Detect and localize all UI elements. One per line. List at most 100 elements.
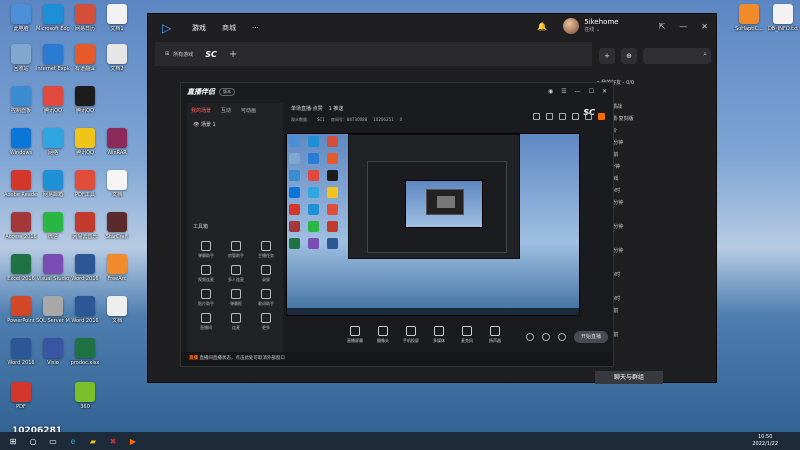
desktop-icon[interactable]: Word 2016 [68,296,102,324]
friend-list-item[interactable]: 直播21分钟 [597,224,715,236]
stream-preview[interactable] [286,133,580,316]
friend-list-item[interactable]: 直播25分钟 [597,140,715,152]
grid-icon[interactable] [572,113,579,120]
maximize-icon[interactable]: ☐ [589,88,594,95]
bell-icon[interactable]: 🔔 [537,22,547,31]
search-icon[interactable]: ○ [26,434,40,448]
friend-list-item[interactable]: 直播1小时 [597,272,715,284]
menu-icon[interactable]: ☰ [561,88,566,95]
eye-icon[interactable]: 👁 [193,122,201,128]
friend-list-item[interactable]: 直播34分钟 [597,248,715,260]
toolbox-item[interactable]: 直播间 [191,313,221,331]
desktop-icon[interactable]: 控制面板 [4,86,38,114]
desktop-icon[interactable]: 腾讯QQ [68,86,102,114]
chat-groups-button[interactable]: 聊天与群组 [595,371,663,384]
add-friend-icon[interactable]: + [599,48,615,64]
add-group-icon[interactable]: ⊕ [621,48,637,64]
start-icon[interactable]: ⊞ [6,434,20,448]
desktop-icon[interactable]: prodoc.xlsx [68,338,102,366]
desktop-icon[interactable]: 文档2 [100,44,134,72]
desktop-icon[interactable]: Word 2016 [4,338,38,366]
source-button[interactable]: 扬声器 [481,326,509,344]
desktop-icon[interactable]: PDF [4,382,38,410]
toolbox-item[interactable]: 多人连麦 [221,265,251,283]
desktop-icon[interactable]: 网易日历 [68,4,102,32]
desktop-icon[interactable]: 腾讯QQ [36,86,70,114]
desktop-icon[interactable]: Visio [36,338,70,366]
toolbox-item[interactable]: 歌词助手 [251,289,281,307]
source-button[interactable]: 多媒体 [425,326,453,344]
friend-list-item[interactable]: 直播1小时 [597,296,715,308]
desktop-icon[interactable]: 360 [68,382,102,410]
all-games-link[interactable]: 所有游戏 [173,51,193,58]
close-icon[interactable]: ✕ [602,88,607,95]
friend-list-item[interactable]: 星际争霸·复刻版 [597,116,715,128]
desktop-icon[interactable]: Access 2016 [4,212,38,240]
friend-list-item[interactable]: 直播 [597,212,715,224]
streaming-taskbar-icon[interactable]: ▶ [126,434,140,448]
clock[interactable]: 10:50 2022/1/22 [752,434,778,448]
source-button[interactable]: 麦克风 [453,326,481,344]
notice-bar[interactable]: 直播 直播间直播状态，点击此处可取消外部窗口 [181,352,613,366]
minimize-icon[interactable]: — [679,22,687,31]
avatar[interactable] [563,18,580,34]
friend-list-item[interactable]: 之前 [597,284,715,296]
tab-animation[interactable]: 可动画 [241,107,256,114]
gift-icon[interactable] [533,113,540,120]
tab-store[interactable]: 商城 [222,23,236,33]
friend-list-item[interactable]: - 2/14 [597,92,715,104]
edge-taskbar-icon[interactable]: e [66,434,80,448]
toolbox-item[interactable]: 视频连麦 [191,265,221,283]
desktop-icon[interactable]: PDF工具 [68,170,102,198]
desktop-icon[interactable]: Word 2016 [68,254,102,282]
app-taskbar-icon[interactable]: ✖ [106,434,120,448]
tab-more[interactable]: ··· [252,24,259,32]
source-button[interactable]: 摄像头 [369,326,397,344]
friend-list-item[interactable]: 子的代价 [597,128,715,140]
hot-icon[interactable] [598,113,605,120]
tab-games[interactable]: 游戏 [192,23,206,33]
toolbox-item[interactable]: 录屏 [251,265,281,283]
source-button[interactable]: 手机投屏 [397,326,425,344]
desktop-icon[interactable]: Visual Studio [36,254,70,282]
friend-list-item[interactable]: 直播1小时 [597,188,715,200]
friend-list-item[interactable]: 满18游戏 [597,176,715,188]
desktop-icon[interactable]: DB_INFO.txt [766,4,800,32]
toolbox-item[interactable]: 房管助手 [221,241,251,259]
add-tab-button[interactable]: + [229,49,237,60]
desktop-icon[interactable]: SQL Server Manage... [36,296,70,324]
desktop-icon[interactable]: Windows [4,128,38,156]
tab-interact[interactable]: 互动 [221,107,231,114]
user-block[interactable]: 5ikehome 在线 ⌄ [584,18,618,34]
desktop-icon[interactable]: StarCraft [100,212,134,240]
toolbox-item[interactable]: 弹幕框 [221,289,251,307]
scene-item[interactable]: 👁 场景 1 [187,118,283,131]
desktop-icon[interactable]: Adobe Reader XI [4,170,38,198]
desktop-icon[interactable]: 微信 [36,212,70,240]
tab-my-scenes[interactable]: 我的场景 [191,107,211,114]
toolbox-item[interactable]: 更多 [251,313,281,331]
desktop-icon[interactable]: FreeArc [100,254,134,282]
desktop-icon[interactable]: 网易邮箱 [36,170,70,198]
friend-list-item[interactable]: 满18之前 [597,308,715,320]
desktop-icon[interactable]: Excel 2016 [4,254,38,282]
desktop-icon[interactable]: 回收站 [4,44,38,72]
avatar-small-icon[interactable]: ◉ [548,88,553,95]
desktop-icon[interactable]: Internet Explorer [36,44,70,72]
friend-search-input[interactable]: ⌕ [643,48,711,64]
eye-icon[interactable] [542,333,550,341]
desktop-icon[interactable]: SoHaptiC... [732,4,766,32]
friend-list-item[interactable]: 直播1分钟 [597,164,715,176]
version-badge[interactable]: 版本 [219,88,235,96]
friend-list-item[interactable]: 满18之前 [597,332,715,344]
close-icon[interactable]: ✕ [701,22,708,31]
friend-list-item[interactable]: 游戏玩 [597,260,715,272]
minimize-icon[interactable]: — [575,88,581,95]
share-icon[interactable] [585,113,592,120]
desktop-icon[interactable]: Microsoft Edge [36,4,70,32]
lock-icon[interactable] [546,113,553,120]
camera-icon[interactable] [526,333,534,341]
friend-list-item[interactable]: 游戏 [597,320,715,332]
desktop-icon[interactable]: 文档1 [100,4,134,32]
friend-list-item[interactable]: ▾ 我的好友 - 0/0 [597,80,715,92]
